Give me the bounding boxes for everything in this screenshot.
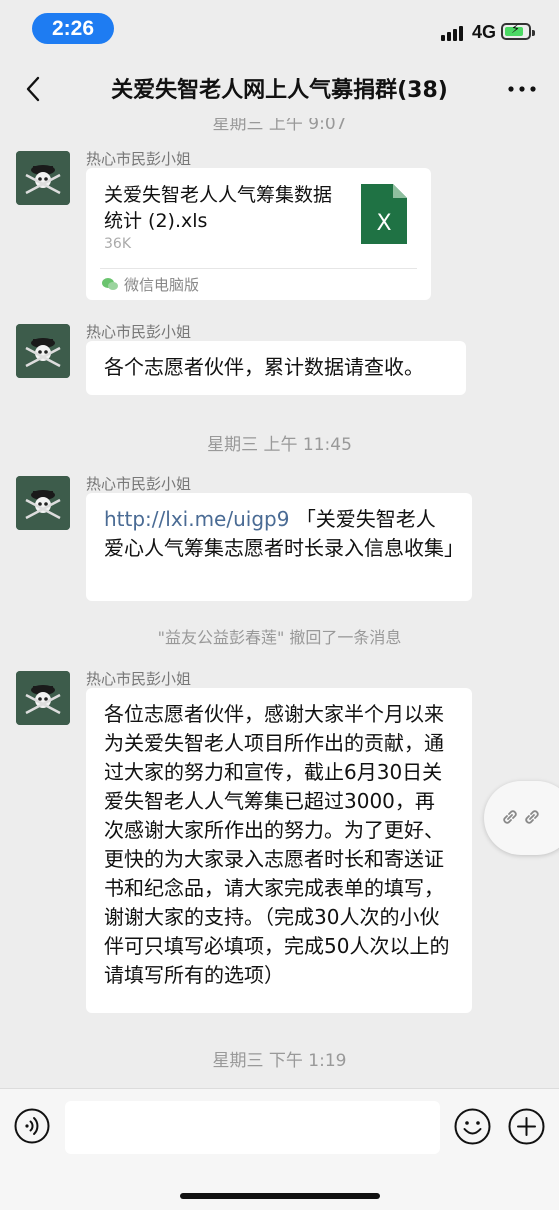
svg-text:X: X (376, 211, 391, 236)
input-bar (0, 1088, 559, 1210)
message-input[interactable] (65, 1101, 440, 1154)
message-bubble[interactable]: http://lxi.me/uigp9 「关爱失智老人爱心人气筹集志愿者时长录入… (86, 493, 472, 601)
network-type: 4G (472, 22, 497, 42)
message-link-url[interactable]: http://lxi.me/uigp9 (104, 507, 289, 531)
file-card[interactable]: 关爱失智老人人气筹集数据统计 (2).xls 36K X 微信电脑版 (86, 168, 431, 300)
more-dots-icon[interactable] (505, 76, 539, 102)
signal-icon (441, 25, 467, 41)
message-text: 热心市民彭小姐 各个志愿者伙伴，累计数据请查收。 (16, 323, 486, 404)
skull-avatar-icon (16, 671, 70, 725)
voice-icon[interactable] (14, 1108, 50, 1144)
chat-title: 关爱失智老人网上人气募捐群(38) (111, 78, 448, 103)
status-time[interactable]: 2:26 (32, 13, 114, 44)
timestamp: 星期三 上午 11:45 (207, 435, 352, 455)
avatar[interactable] (16, 476, 70, 530)
excel-file-icon: X (361, 184, 407, 244)
chat-area[interactable]: 星期三 上午 9:07 热心市民彭小姐 关爱失智老人人气筹集数据统计 (2).x… (0, 118, 559, 1088)
file-source: 微信电脑版 (124, 276, 200, 294)
sender-name: 热心市民彭小姐 (86, 670, 192, 688)
avatar[interactable] (16, 324, 70, 378)
timestamp-partial: 星期三 上午 9:07 (212, 118, 347, 134)
nav-bar: 关爱失智老人网上人气募捐群(38) (0, 58, 559, 118)
home-indicator (180, 1193, 380, 1199)
sender-name: 热心市民彭小姐 (86, 323, 192, 341)
wechat-icon (102, 278, 118, 290)
link-icon (525, 810, 539, 824)
avatar[interactable] (16, 151, 70, 205)
skull-avatar-icon (16, 476, 70, 530)
file-name: 关爱失智老人人气筹集数据统计 (2).xls (104, 184, 333, 232)
battery-icon: ⚡ (501, 22, 535, 40)
divider (100, 268, 417, 269)
sender-name: 热心市民彭小姐 (86, 150, 192, 168)
message-link: 热心市民彭小姐 http://lxi.me/uigp9 「关爱失智老人爱心人气筹… (16, 475, 486, 606)
message-bubble[interactable]: 各位志愿者伙伴，感谢大家半个月以来为关爱失智老人项目所作出的贡献，通过大家的努力… (86, 688, 472, 1013)
timestamp: 星期三 下午 1:19 (212, 1051, 347, 1071)
emoji-icon[interactable] (454, 1108, 491, 1145)
plus-icon[interactable] (508, 1108, 545, 1145)
message-file: 热心市民彭小姐 关爱失智老人人气筹集数据统计 (2).xls 36K X 微信电… (16, 150, 486, 301)
sender-name: 热心市民彭小姐 (86, 475, 192, 493)
skull-avatar-icon (16, 324, 70, 378)
floating-link-button[interactable] (484, 781, 559, 855)
skull-avatar-icon (16, 151, 70, 205)
link-icon (503, 810, 517, 824)
status-bar: 2:26 4G ⚡ (0, 0, 559, 58)
message-bubble[interactable]: 各个志愿者伙伴，累计数据请查收。 (86, 341, 466, 395)
recall-notice: "益友公益彭春莲" 撤回了一条消息 (157, 628, 402, 647)
avatar[interactable] (16, 671, 70, 725)
chevron-left-icon[interactable] (20, 72, 50, 106)
message-long: 热心市民彭小姐 各位志愿者伙伴，感谢大家半个月以来为关爱失智老人项目所作出的贡献… (16, 670, 486, 1021)
file-size: 36K (104, 236, 131, 252)
